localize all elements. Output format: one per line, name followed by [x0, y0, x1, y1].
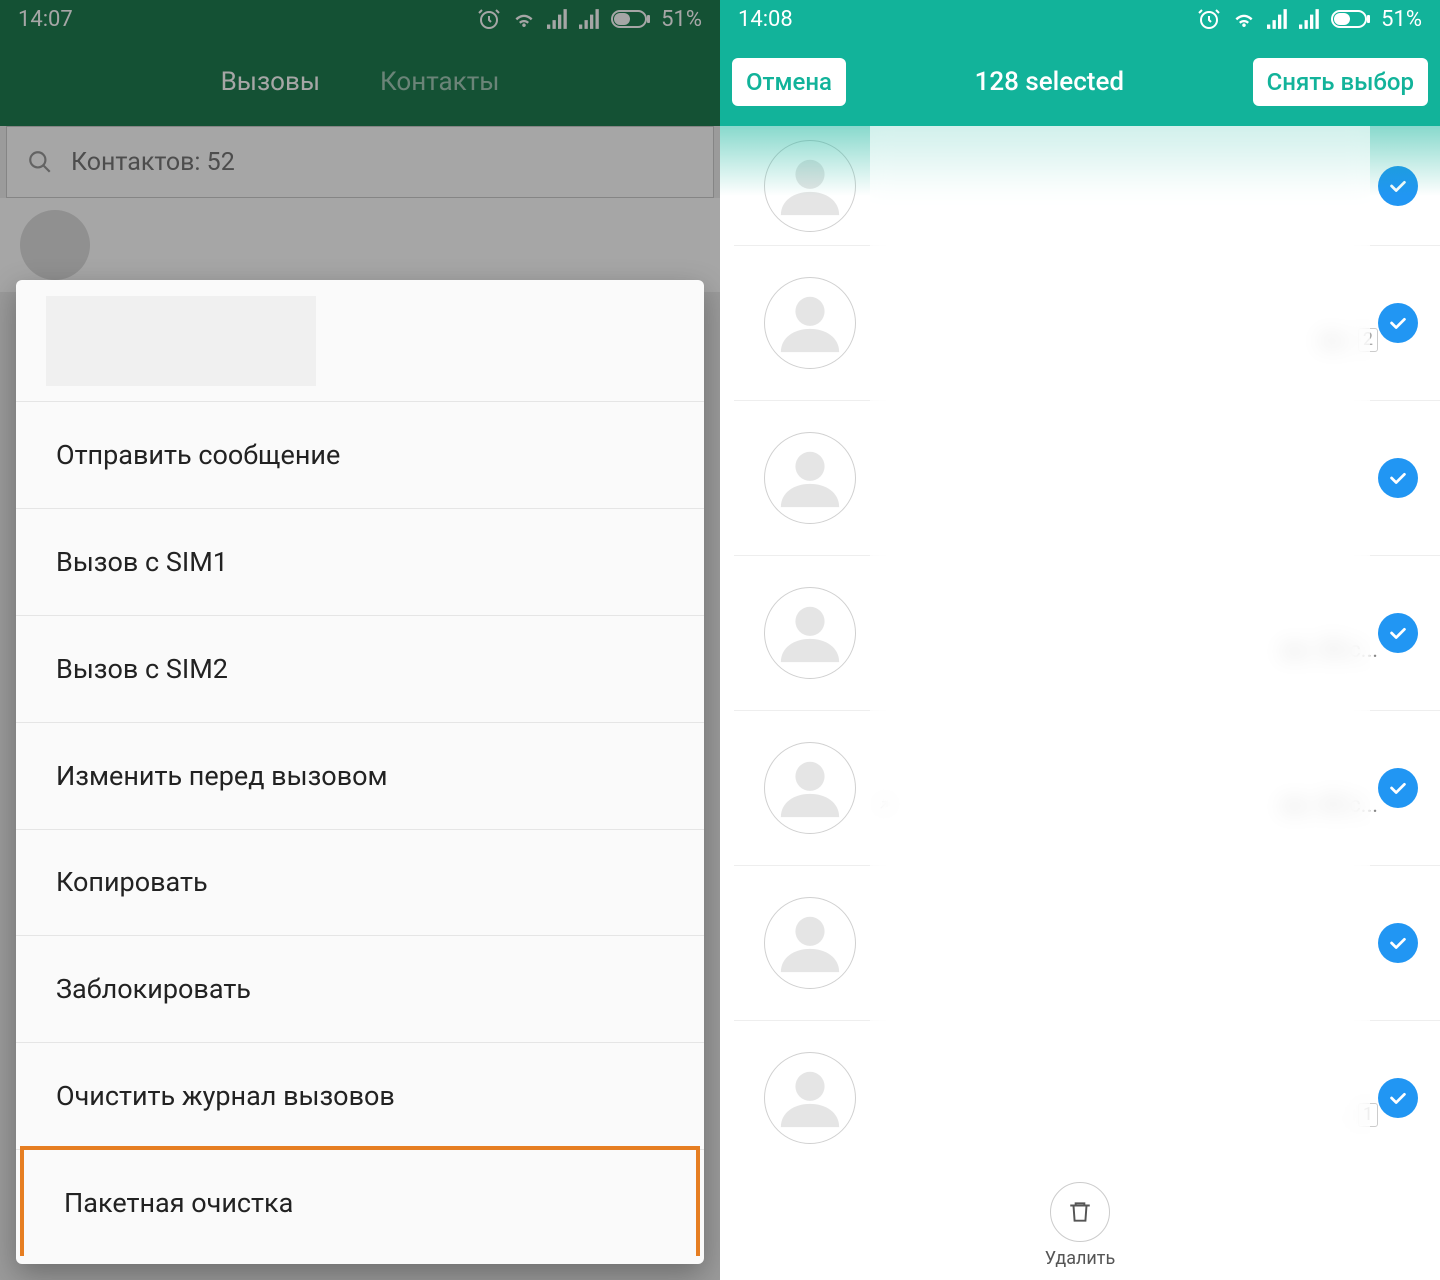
menu-send-message[interactable]: Отправить сообщение: [16, 402, 704, 509]
battery-percent: 51%: [1381, 7, 1422, 32]
trash-icon: [1067, 1199, 1093, 1225]
menu-header: [16, 280, 704, 402]
battery-icon: [1331, 10, 1371, 28]
selected-check-icon[interactable]: [1378, 166, 1418, 206]
menu-clear-call-log[interactable]: Очистить журнал вызовов: [16, 1043, 704, 1150]
selected-check-icon[interactable]: [1378, 458, 1418, 498]
call-info: [876, 926, 1378, 960]
menu-batch-delete[interactable]: Пакетная очистка: [20, 1146, 700, 1256]
status-time: 14:08: [738, 7, 793, 32]
status-bar: 14:08 51%: [720, 0, 1440, 38]
alarm-icon: [1197, 7, 1221, 31]
avatar: [764, 742, 856, 834]
call-detail: ек. 2: [876, 328, 1378, 353]
call-row[interactable]: [734, 401, 1440, 556]
signal-icon-2: [1299, 9, 1321, 29]
selected-check-icon[interactable]: [1378, 923, 1418, 963]
avatar: [764, 432, 856, 524]
call-list[interactable]: ек. 2 ин. 35 с...: [720, 126, 1440, 1170]
call-row[interactable]: [734, 866, 1440, 1021]
selected-check-icon[interactable]: [1378, 303, 1418, 343]
menu-call-sim1[interactable]: Вызов с SIM1: [16, 509, 704, 616]
selection-toolbar: Отмена 128 selected Снять выбор: [720, 38, 1440, 126]
call-detail: . 1: [876, 1103, 1378, 1128]
wifi-icon: [1231, 7, 1257, 31]
call-detail: ин. 35 с...: [876, 638, 1378, 663]
selected-check-icon[interactable]: [1378, 613, 1418, 653]
menu-edit-before-call[interactable]: Изменить перед вызовом: [16, 723, 704, 830]
context-menu: Отправить сообщение Вызов с SIM1 Вызов с…: [16, 280, 704, 1264]
selected-check-icon[interactable]: [1378, 1078, 1418, 1118]
call-info: . 1: [876, 1069, 1378, 1128]
cancel-button[interactable]: Отмена: [732, 58, 846, 106]
call-info: ин. 35 с...: [876, 604, 1378, 663]
call-row[interactable]: . 1: [734, 1021, 1440, 1170]
menu-call-sim2[interactable]: Вызов с SIM2: [16, 616, 704, 723]
signal-icon: [1267, 9, 1289, 29]
menu-copy[interactable]: Копировать: [16, 830, 704, 937]
right-screenshot: 14:08 51% Отмена 128 selected Снять выбо…: [720, 0, 1440, 1280]
selected-check-icon[interactable]: [1378, 768, 1418, 808]
avatar: [764, 587, 856, 679]
status-icons: 51%: [1197, 7, 1422, 32]
count-badge: 1: [1358, 1103, 1378, 1127]
delete-button[interactable]: [1050, 1182, 1110, 1242]
menu-block[interactable]: Заблокировать: [16, 936, 704, 1043]
call-info: ин. 43 с...: [876, 759, 1378, 818]
call-detail: ин. 43 с...: [876, 793, 1378, 818]
redacted-name: [46, 296, 316, 386]
call-info: [876, 461, 1378, 495]
call-row[interactable]: ек. 2: [734, 246, 1440, 401]
call-row[interactable]: [734, 126, 1440, 246]
selection-count: 128 selected: [975, 67, 1124, 97]
avatar: [764, 140, 856, 232]
avatar: [764, 897, 856, 989]
delete-label: Удалить: [1045, 1248, 1115, 1269]
deselect-all-button[interactable]: Снять выбор: [1253, 58, 1428, 106]
left-screenshot: 14:07 51% Вызовы Контакты Контактов: 52 …: [0, 0, 720, 1280]
count-badge: 2: [1358, 328, 1378, 352]
call-info: ек. 2: [876, 294, 1378, 353]
avatar: [764, 1052, 856, 1144]
call-row[interactable]: ин. 43 с...: [734, 711, 1440, 866]
call-info: [876, 169, 1378, 203]
call-row[interactable]: ин. 35 с...: [734, 556, 1440, 711]
avatar: [764, 277, 856, 369]
bottom-bar: Удалить: [720, 1170, 1440, 1280]
